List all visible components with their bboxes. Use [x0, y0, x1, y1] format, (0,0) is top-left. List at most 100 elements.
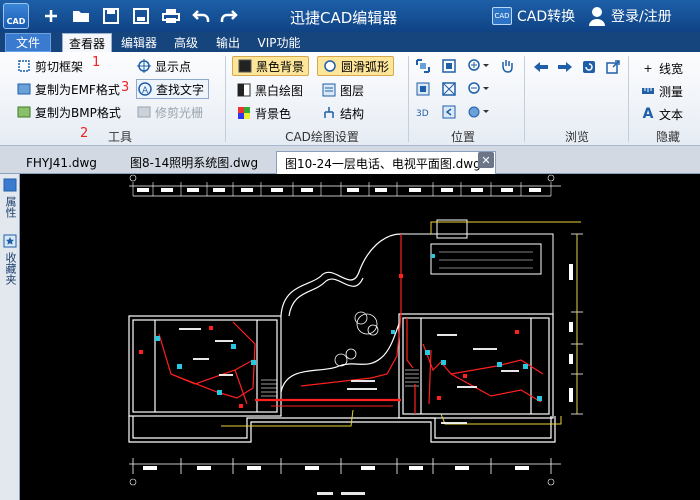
rotate-3d-icon[interactable]: 3D	[414, 103, 432, 121]
cad-convert-label: CAD转换	[517, 9, 576, 25]
group-label-browse: 浏览	[564, 130, 589, 144]
smooth-arc-label: 圆滑弧形	[341, 59, 390, 74]
show-points-label: 显示点	[155, 59, 192, 74]
group-divider	[225, 56, 226, 142]
text-toggle-button[interactable]: A 文本	[640, 104, 683, 124]
zoom-extents-icon[interactable]	[414, 57, 432, 75]
find-text-label: 查找文字	[156, 82, 205, 97]
undo-icon[interactable]	[190, 5, 212, 27]
doc-tab-fhyj41[interactable]: FHYJ41.dwg	[18, 151, 105, 174]
curved-atrium	[280, 233, 402, 393]
copy-emf-label: 复制为EMF格式	[35, 82, 120, 97]
zoom-window-icon[interactable]	[440, 57, 458, 75]
crosshair-icon	[136, 58, 152, 74]
zoom-all-icon[interactable]	[440, 80, 458, 98]
zoom-in-icon[interactable]	[466, 57, 492, 75]
red-wiring	[158, 234, 544, 414]
building-walls	[128, 313, 556, 443]
bw-drawing-label: 黑白绘图	[255, 83, 304, 98]
show-points-button[interactable]: 显示点	[136, 56, 191, 76]
cad-convert-button[interactable]: CAD CAD转换	[492, 5, 575, 27]
app-window: CAD 迅捷CAD编辑器 CAD CAD转换 登录/注册 文件 查看器 编辑器 …	[0, 0, 700, 500]
side-tab-favorites[interactable]: 收藏夹	[2, 234, 18, 285]
side-panel: 属性 收藏夹	[0, 174, 20, 500]
emf-icon	[16, 81, 32, 97]
clip-icon	[16, 58, 32, 74]
arrow-left-icon[interactable]	[532, 58, 550, 76]
black-bg-label: 黑色背景	[256, 59, 305, 74]
properties-icon	[3, 178, 17, 192]
app-title: 迅捷CAD编辑器	[290, 9, 398, 27]
zoom-out-icon[interactable]	[466, 80, 492, 98]
measure-button[interactable]: 测量	[640, 81, 683, 101]
zoom-fit-icon[interactable]	[414, 80, 432, 98]
side-tab-properties[interactable]: 属性	[2, 178, 18, 218]
pan-hand-icon[interactable]	[498, 57, 516, 75]
doc-tab-active[interactable]: 图10-24一层电话、电视平面图.dwg	[276, 151, 496, 174]
right-dimension-text	[569, 264, 573, 402]
tab-output[interactable]: 输出	[210, 33, 246, 52]
annotation-1: 1	[92, 55, 101, 70]
new-icon[interactable]	[40, 5, 62, 27]
app-logo[interactable]: CAD	[3, 3, 29, 29]
structure-button[interactable]: 结构	[321, 103, 364, 123]
view-options-icon[interactable]	[466, 103, 492, 121]
arrow-right-icon[interactable]	[556, 58, 574, 76]
trim-raster-icon	[136, 104, 152, 120]
export-icon[interactable]	[604, 58, 622, 76]
find-text-icon: A	[137, 81, 153, 97]
tab-vip[interactable]: VIP功能	[252, 33, 306, 52]
bg-color-button[interactable]: 背景色	[236, 103, 291, 123]
upper-annex	[400, 219, 554, 315]
side-tab-properties-label: 属性	[4, 196, 17, 218]
linewidth-icon: +	[643, 61, 653, 75]
copy-bmp-label: 复制为BMP格式	[35, 105, 121, 120]
redo-icon[interactable]	[218, 5, 240, 27]
trim-raster-button[interactable]: 修剪光栅	[136, 102, 203, 122]
linewidth-button[interactable]: + 线宽	[640, 58, 683, 78]
tab-editor[interactable]: 编辑器	[118, 33, 160, 52]
login-button[interactable]: 登录/注册	[588, 5, 672, 27]
measure-label: 测量	[659, 84, 684, 99]
open-icon[interactable]	[70, 5, 92, 27]
black-bg-button[interactable]: 黑色背景	[232, 56, 310, 76]
save-as-icon[interactable]	[130, 5, 152, 27]
group-divider	[408, 56, 409, 142]
tab-advanced[interactable]: 高级	[168, 33, 204, 52]
smooth-arc-button[interactable]: 圆滑弧形	[317, 56, 395, 76]
print-icon[interactable]	[160, 5, 182, 27]
tab-file[interactable]: 文件	[5, 33, 51, 52]
bg-color-label: 背景色	[255, 106, 292, 121]
clip-frame-button[interactable]: 剪切框架	[16, 56, 83, 76]
document-tab-bar: FHYJ41.dwg 图8-14照明系统图.dwg 图10-24一层电话、电视平…	[0, 146, 700, 174]
save-icon[interactable]	[100, 5, 122, 27]
cad-drawing-canvas[interactable]	[21, 174, 700, 500]
copy-emf-button[interactable]: 复制为EMF格式	[16, 79, 120, 99]
title-bar: CAD 迅捷CAD编辑器 CAD CAD转换 登录/注册	[0, 0, 700, 32]
ruler-icon	[640, 83, 656, 99]
bw-icon	[236, 82, 252, 98]
bottom-dimension-row	[129, 458, 561, 474]
doc-tab-lighting[interactable]: 图8-14照明系统图.dwg	[122, 151, 266, 174]
user-icon	[589, 7, 605, 26]
find-text-button[interactable]: A 查找文字	[136, 79, 210, 99]
top-dimension-text	[137, 188, 541, 192]
palette-icon	[236, 105, 252, 121]
copy-bmp-button[interactable]: 复制为BMP格式	[16, 102, 121, 122]
annotation-2: 2	[80, 126, 89, 141]
bmp-icon	[16, 104, 32, 120]
arc-icon	[322, 58, 338, 74]
group-label-tools: 工具	[107, 130, 132, 144]
login-label: 登录/注册	[611, 9, 672, 25]
previous-view-icon[interactable]	[440, 103, 458, 121]
bw-drawing-button[interactable]: 黑白绘图	[236, 80, 303, 100]
bottom-dimension-text	[143, 466, 529, 470]
menu-bar: 文件 查看器 编辑器 高级 输出 VIP功能	[0, 32, 700, 52]
layers-button[interactable]: 图层	[321, 80, 364, 100]
cad-convert-icon: CAD	[492, 7, 512, 25]
tab-viewer[interactable]: 查看器	[62, 33, 112, 52]
close-tab-icon[interactable]: ✕	[478, 152, 494, 168]
group-label-hide: 隐藏	[655, 130, 680, 144]
group-label-cad-settings: CAD绘图设置	[285, 130, 359, 144]
refresh-icon[interactable]	[580, 58, 598, 76]
